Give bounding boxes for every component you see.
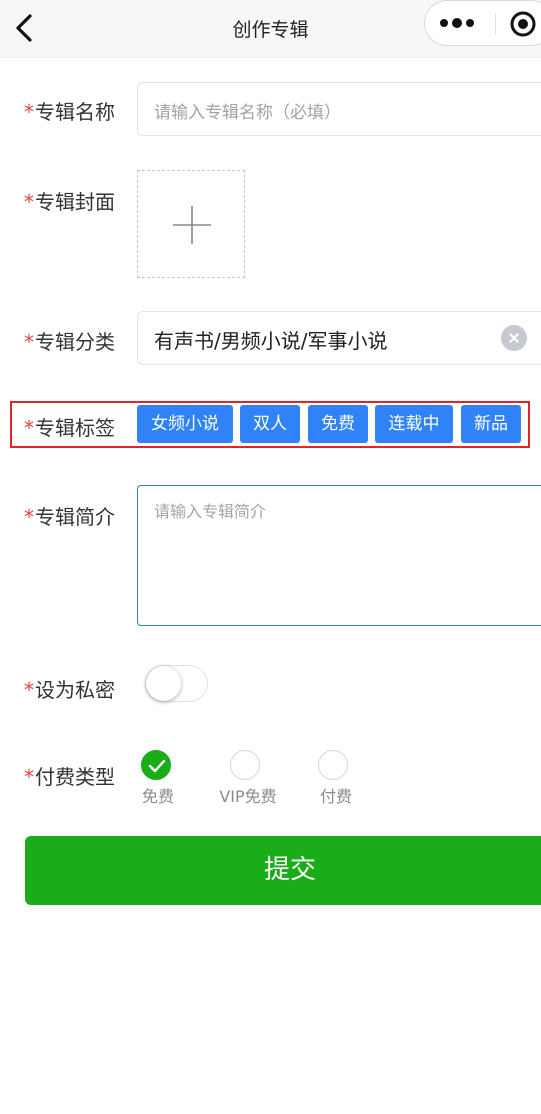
- radio-label: 免费: [141, 787, 174, 806]
- pay-type-label-text: 付费类型: [35, 765, 115, 789]
- navbar: 创作专辑: [0, 0, 541, 58]
- pay-type-label: *付费类型: [24, 761, 115, 790]
- required-mark: *: [24, 100, 34, 124]
- album-intro-label: *专辑简介: [24, 501, 115, 530]
- target-circle-icon: [510, 11, 536, 37]
- private-toggle[interactable]: [145, 665, 208, 702]
- album-intro-label-text: 专辑简介: [35, 505, 115, 529]
- album-category-select[interactable]: 有声书/男频小说/军事小说: [137, 311, 541, 365]
- tag-chip[interactable]: 女频小说: [137, 405, 233, 443]
- mini-program-capsule: [424, 0, 541, 46]
- submit-button[interactable]: 提交: [25, 836, 541, 905]
- album-category-value: 有声书/男频小说/军事小说: [154, 329, 388, 353]
- radio-button[interactable]: [141, 750, 171, 780]
- required-mark: *: [24, 765, 34, 789]
- pay-option-free[interactable]: 免费: [113, 750, 203, 806]
- radio-button[interactable]: [230, 750, 260, 780]
- close-mini-program-button[interactable]: [509, 10, 537, 38]
- album-category-label: *专辑分类: [24, 326, 115, 355]
- album-name-placeholder: 请输入专辑名称（必填）: [154, 103, 341, 123]
- tag-chip[interactable]: 双人: [240, 405, 300, 443]
- album-name-label-text: 专辑名称: [35, 100, 115, 124]
- radio-label: 付费: [319, 787, 352, 806]
- pay-option-vip-free[interactable]: VIP免费: [203, 750, 293, 806]
- tag-chip[interactable]: 免费: [308, 405, 368, 443]
- capsule-divider: [495, 13, 496, 35]
- required-mark: *: [24, 190, 34, 214]
- album-cover-label-text: 专辑封面: [35, 190, 115, 214]
- radio-label: VIP免费: [219, 787, 277, 806]
- album-category-label-text: 专辑分类: [35, 330, 115, 354]
- clear-icon[interactable]: [501, 325, 527, 351]
- album-intro-textarea[interactable]: 请输入专辑简介: [137, 485, 541, 626]
- radio-button[interactable]: [318, 750, 348, 780]
- required-mark: *: [24, 505, 34, 529]
- tag-chip[interactable]: 连载中: [375, 405, 453, 443]
- required-mark: *: [24, 330, 34, 354]
- required-mark: *: [24, 416, 34, 440]
- tag-chip[interactable]: 新品: [461, 405, 521, 443]
- plus-icon: [173, 206, 211, 244]
- album-name-input[interactable]: 请输入专辑名称（必填）: [137, 82, 541, 136]
- album-cover-label: *专辑封面: [24, 186, 115, 215]
- album-tags-label: *专辑标签: [24, 412, 115, 441]
- check-icon: [148, 759, 166, 773]
- more-dots-icon: [440, 18, 474, 28]
- pay-option-paid[interactable]: 付费: [291, 750, 381, 806]
- more-button[interactable]: [439, 15, 475, 31]
- cover-upload-button[interactable]: [137, 170, 245, 278]
- album-name-label: *专辑名称: [24, 96, 115, 125]
- required-mark: *: [24, 678, 34, 702]
- album-tags-label-text: 专辑标签: [35, 416, 115, 440]
- album-intro-placeholder: 请输入专辑简介: [154, 502, 267, 521]
- private-label-text: 设为私密: [35, 678, 115, 702]
- private-label: *设为私密: [24, 674, 115, 703]
- toggle-knob: [146, 666, 181, 701]
